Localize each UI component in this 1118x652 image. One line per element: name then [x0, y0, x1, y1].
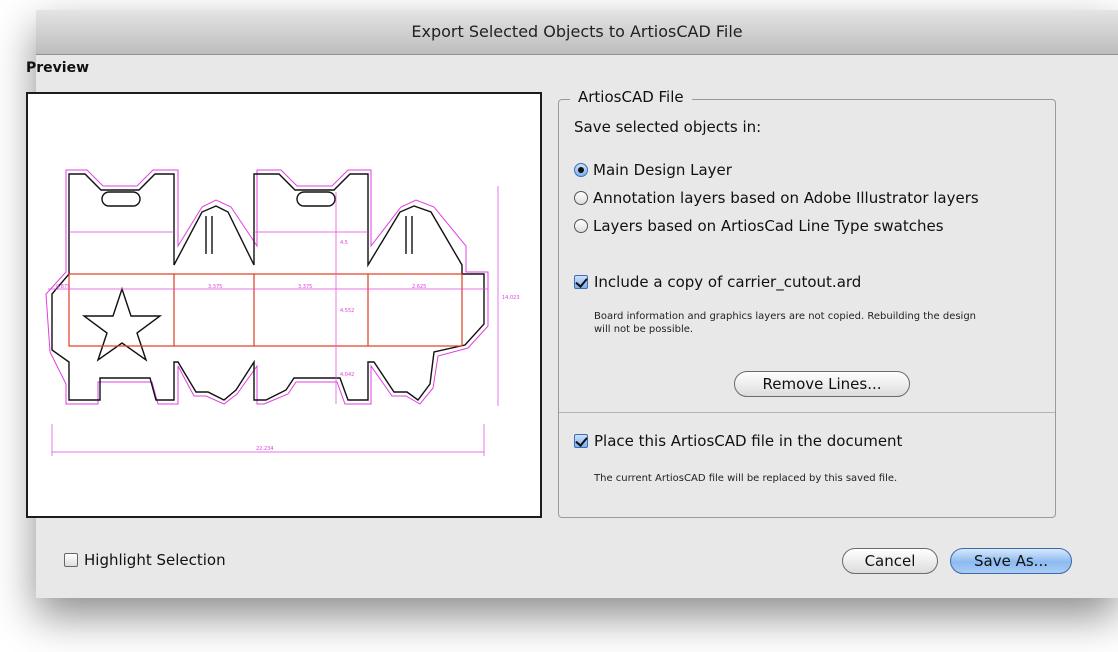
dim-label: 4.042 — [340, 372, 354, 378]
window-title: Export Selected Objects to ArtiosCAD Fil… — [36, 10, 1118, 55]
save-in-label: Save selected objects in: — [574, 118, 762, 136]
include-copy-note: Board information and graphics layers ar… — [594, 310, 976, 336]
radio-label: Annotation layers based on Adobe Illustr… — [593, 189, 979, 207]
highlight-selection-checkbox[interactable]: Highlight Selection — [64, 551, 226, 569]
radio-label: Main Design Layer — [593, 161, 732, 179]
cancel-button[interactable]: Cancel — [842, 548, 938, 574]
place-file-note: The current ArtiosCAD file will be repla… — [594, 473, 898, 484]
dim-label: 4.5 — [340, 240, 348, 246]
checkbox-label: Place this ArtiosCAD file in the documen… — [594, 432, 903, 450]
preview-label: Preview — [26, 60, 90, 76]
checkbox-unchecked-icon[interactable] — [64, 553, 78, 567]
dim-label: 2.625 — [412, 284, 426, 290]
group-divider — [559, 412, 1055, 413]
dim-label: 3.375 — [208, 284, 222, 290]
save-as-button[interactable]: Save As... — [950, 548, 1072, 574]
checkbox-label: Include a copy of carrier_cutout.ard — [594, 273, 862, 291]
radio-unselected-icon[interactable] — [574, 191, 588, 205]
radio-annotation-layers[interactable]: Annotation layers based on Adobe Illustr… — [574, 187, 979, 209]
preview-pane: 0.875 3.375 3.375 2.625 4.5 4.552 4.042 … — [26, 92, 542, 518]
checkbox-label: Highlight Selection — [84, 551, 226, 569]
dim-label: 22.234 — [256, 446, 274, 452]
note-line: will not be possible. — [594, 324, 694, 335]
dim-label: 14.023 — [502, 295, 520, 301]
radio-line-type-layers[interactable]: Layers based on ArtiosCad Line Type swat… — [574, 215, 944, 237]
radio-unselected-icon[interactable] — [574, 219, 588, 233]
remove-lines-button[interactable]: Remove Lines... — [734, 371, 910, 397]
dimension-lines — [48, 186, 499, 456]
dim-label: 3.375 — [298, 284, 312, 290]
crease-lines — [68, 273, 463, 347]
include-copy-checkbox[interactable]: Include a copy of carrier_cutout.ard — [574, 273, 861, 291]
place-file-checkbox[interactable]: Place this ArtiosCAD file in the documen… — [574, 432, 902, 450]
radio-label: Layers based on ArtiosCad Line Type swat… — [593, 217, 944, 235]
dieline-drawing: 0.875 3.375 3.375 2.625 4.5 4.552 4.042 … — [45, 169, 520, 456]
checkbox-checked-icon[interactable] — [574, 434, 588, 448]
radio-selected-icon[interactable] — [574, 163, 588, 177]
dim-label: 0.875 — [56, 284, 70, 290]
dim-label: 4.552 — [340, 308, 354, 314]
note-line: Board information and graphics layers ar… — [594, 311, 977, 322]
checkbox-checked-icon[interactable] — [574, 275, 588, 289]
group-legend: ArtiosCAD File — [570, 88, 692, 106]
radio-main-design-layer[interactable]: Main Design Layer — [574, 159, 732, 181]
